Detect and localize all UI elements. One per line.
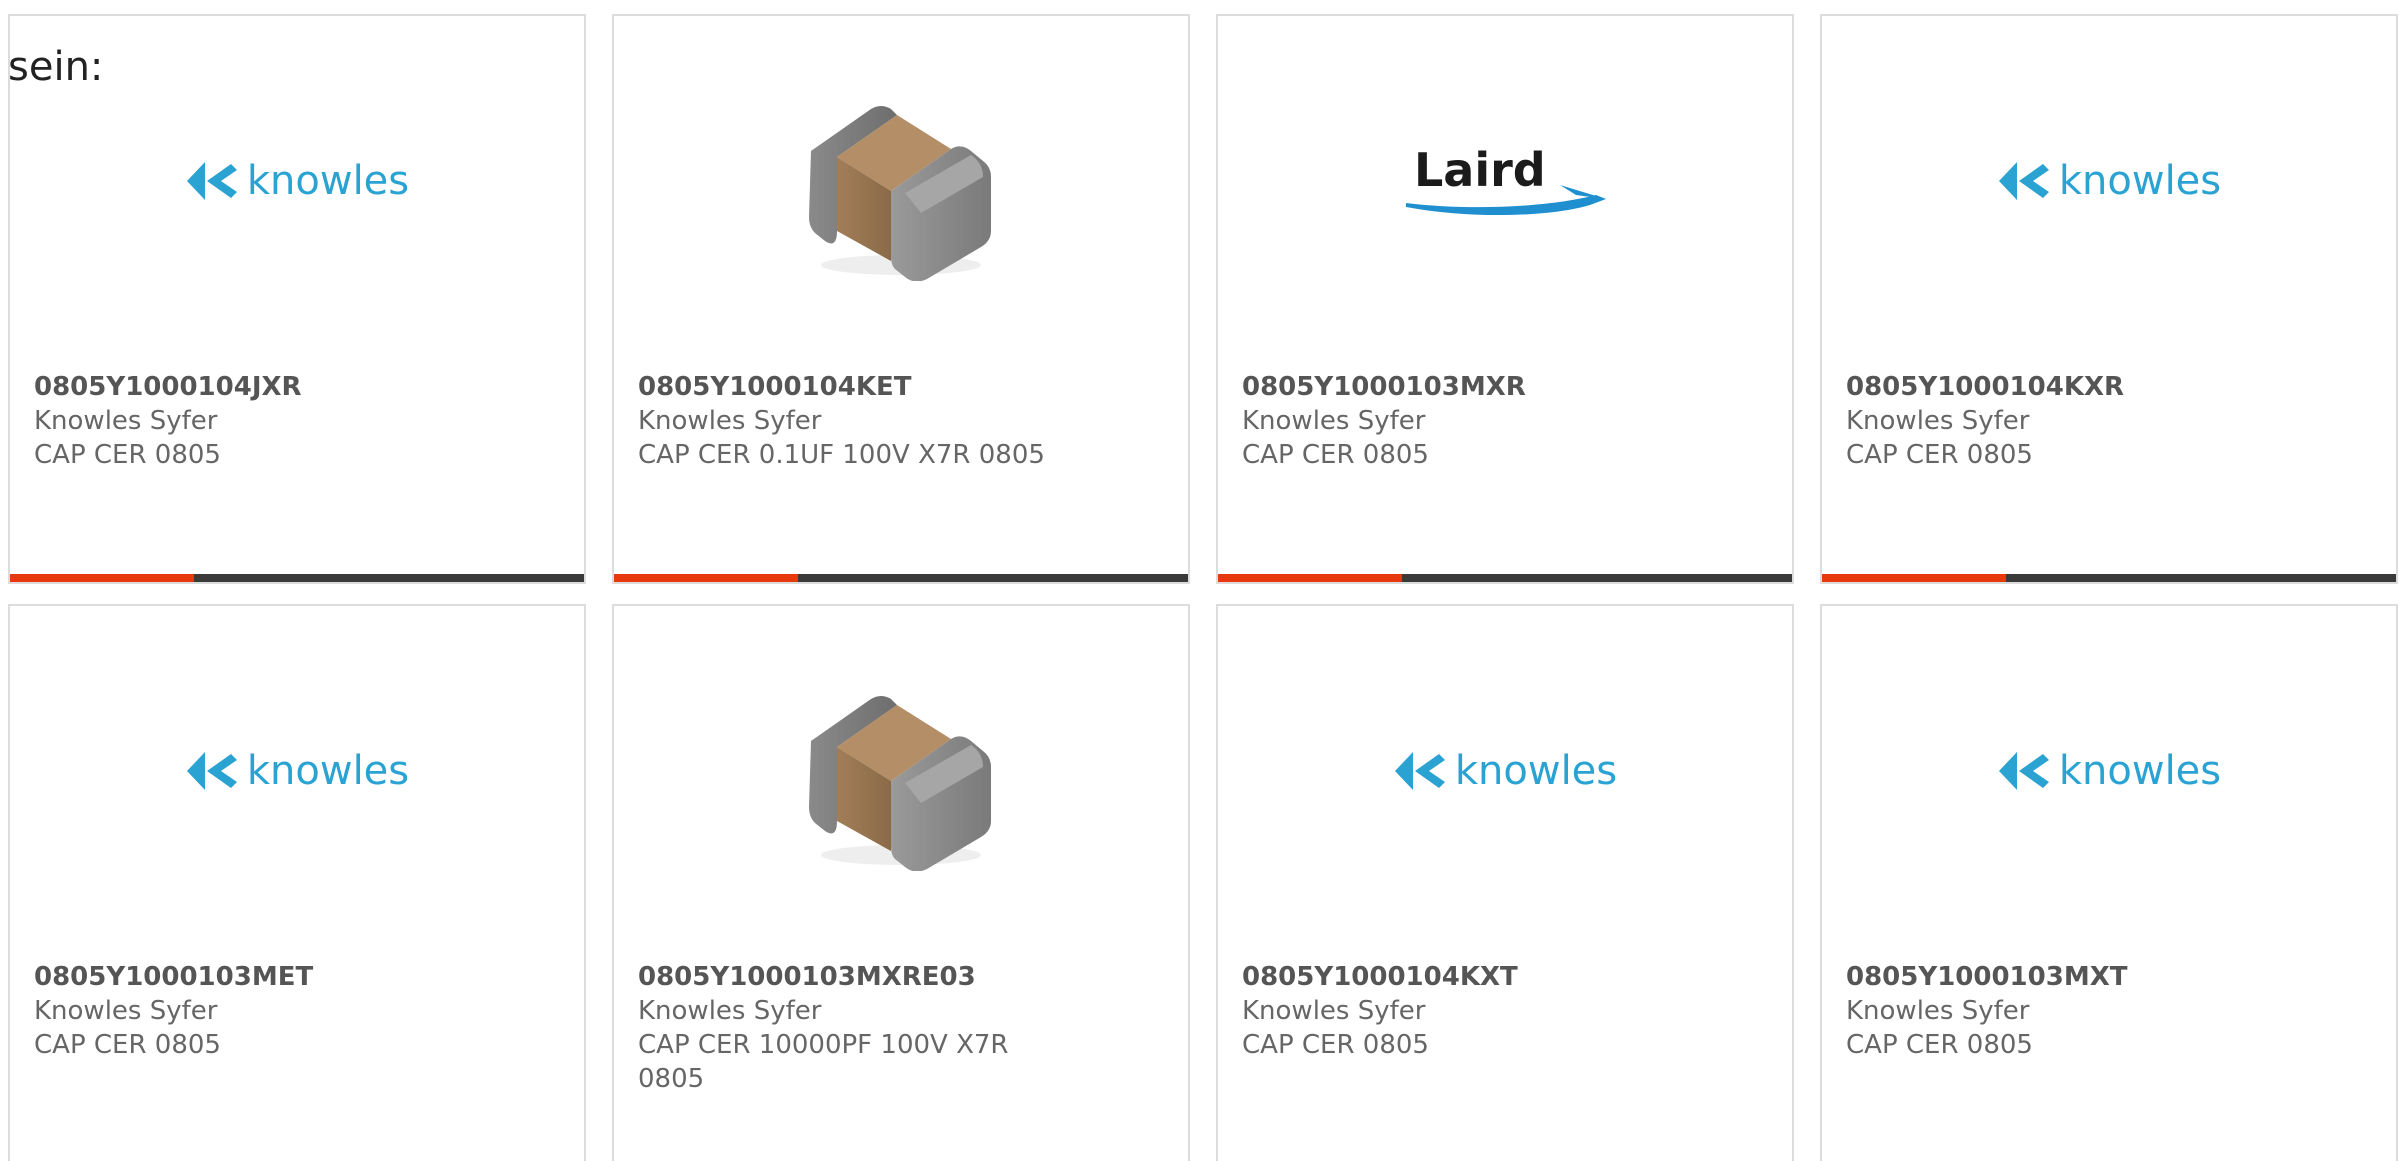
knowles-logo-text: knowles (2058, 158, 2222, 204)
card-accent-highlight (1218, 574, 1402, 582)
manufacturer-name: Knowles Syfer (638, 996, 822, 1026)
product-info: 0805Y1000104JXR Knowles Syfer CAP CER 0805 (34, 370, 560, 472)
manufacturer-name: Knowles Syfer (638, 406, 822, 436)
part-number-link[interactable]: 0805Y1000103MXR (1242, 370, 1768, 404)
card-accent-bar (10, 574, 584, 582)
product-image[interactable]: knowles (1822, 606, 2396, 936)
product-info: 0805Y1000104KET Knowles Syfer CAP CER 0.1U… (638, 370, 1164, 472)
manufacturer-name: Knowles Syfer (1846, 406, 2030, 436)
manufacturer-name: Knowles Syfer (1846, 996, 2030, 1026)
manufacturer-name: Knowles Syfer (34, 996, 218, 1026)
product-description: CAP CER 0.1UF 100V X7R 0805 (638, 440, 1045, 470)
card-accent-bar (614, 574, 1188, 582)
card-accent-highlight (10, 574, 194, 582)
card-accent-bar (1218, 574, 1792, 582)
knowles-mark-icon (186, 752, 237, 790)
product-info: 0805Y1000104KXR Knowles Syfer CAP CER 0805 (1846, 370, 2372, 472)
product-card[interactable]: 0805Y1000104KET Knowles Syfer CAP CER 0.1U… (612, 14, 1190, 584)
manufacturer-name: Knowles Syfer (1242, 406, 1426, 436)
capacitor-chip-image (809, 106, 991, 281)
manufacturer-name: Knowles Syfer (34, 406, 218, 436)
intro-text: sein: (8, 44, 104, 90)
knowles-logo-text: knowles (1454, 748, 1618, 794)
product-grid-page: sein: knowles 0805Y1000104JXR Knowles Syfe… (0, 0, 2400, 1161)
card-accent-highlight (1822, 574, 2006, 582)
product-description: CAP CER 0805 (1846, 440, 2033, 470)
product-card[interactable]: 0805Y1000103MXRE03 Knowles Syfer CAP CER 1… (612, 604, 1190, 1161)
knowles-logo: knowles (185, 748, 409, 794)
product-description: CAP CER 0805 (1242, 1030, 1429, 1060)
product-card[interactable]: knowles 0805Y1000104JXR Knowles Syfer CAP C… (8, 14, 586, 584)
knowles-logo: knowles (1997, 158, 2221, 204)
product-card[interactable]: Laird 0805Y1000103MXR Knowles Syfer CAP CER… (1216, 14, 1794, 584)
product-image[interactable] (614, 16, 1188, 346)
product-info: 0805Y1000104KXT Knowles Syfer CAP CER 0805 (1242, 960, 1768, 1062)
knowles-logo: knowles (1393, 748, 1617, 794)
product-card[interactable]: knowles 0805Y1000103MET Knowles Syfer CAP C… (8, 604, 586, 1161)
knowles-logo: knowles (1997, 748, 2221, 794)
product-card[interactable]: knowles 0805Y1000104KXR Knowles Syfer CAP C… (1820, 14, 2398, 584)
product-description: CAP CER 0805 (1846, 1030, 2033, 1060)
knowles-mark-icon (1394, 752, 1445, 790)
card-accent-highlight (614, 574, 798, 582)
part-number-link[interactable]: 0805Y1000104KET (638, 370, 1164, 404)
knowles-mark-icon (186, 162, 237, 200)
product-image[interactable]: knowles (1822, 16, 2396, 346)
product-info: 0805Y1000103MXRE03 Knowles Syfer CAP CER 1… (638, 960, 1164, 1096)
laird-logo-text: Laird (1414, 143, 1546, 197)
product-image[interactable] (614, 606, 1188, 936)
part-number-link[interactable]: 0805Y1000103MET (34, 960, 560, 994)
capacitor-chip-image (809, 696, 991, 871)
product-info: 0805Y1000103MXR Knowles Syfer CAP CER 0805 (1242, 370, 1768, 472)
part-number-link[interactable]: 0805Y1000104KXT (1242, 960, 1768, 994)
product-info: 0805Y1000103MXT Knowles Syfer CAP CER 0805 (1846, 960, 2372, 1062)
product-info: 0805Y1000103MET Knowles Syfer CAP CER 0805 (34, 960, 560, 1062)
product-description: CAP CER 10000PF 100V X7R 0805 (638, 1030, 1009, 1094)
part-number-link[interactable]: 0805Y1000104JXR (34, 370, 560, 404)
part-number-link[interactable]: 0805Y1000103MXT (1846, 960, 2372, 994)
part-number-link[interactable]: 0805Y1000104KXR (1846, 370, 2372, 404)
product-description: CAP CER 0805 (34, 1030, 221, 1060)
product-image[interactable]: knowles (1218, 606, 1792, 936)
manufacturer-name: Knowles Syfer (1242, 996, 1426, 1026)
product-card[interactable]: knowles 0805Y1000104KXT Knowles Syfer CAP C… (1216, 604, 1794, 1161)
product-card[interactable]: knowles 0805Y1000103MXT Knowles Syfer CAP C… (1820, 604, 2398, 1161)
knowles-mark-icon (1998, 752, 2049, 790)
card-accent-bar (1822, 574, 2396, 582)
knowles-logo-text: knowles (2058, 748, 2222, 794)
laird-logo: Laird (1400, 141, 1610, 221)
knowles-logo: knowles (185, 158, 409, 204)
knowles-logo-text: knowles (246, 158, 410, 204)
knowles-mark-icon (1998, 162, 2049, 200)
product-description: CAP CER 0805 (1242, 440, 1429, 470)
product-description: CAP CER 0805 (34, 440, 221, 470)
product-image[interactable]: Laird (1218, 16, 1792, 346)
knowles-logo-text: knowles (246, 748, 410, 794)
product-image[interactable]: knowles (10, 606, 584, 936)
part-number-link[interactable]: 0805Y1000103MXRE03 (638, 960, 1164, 994)
